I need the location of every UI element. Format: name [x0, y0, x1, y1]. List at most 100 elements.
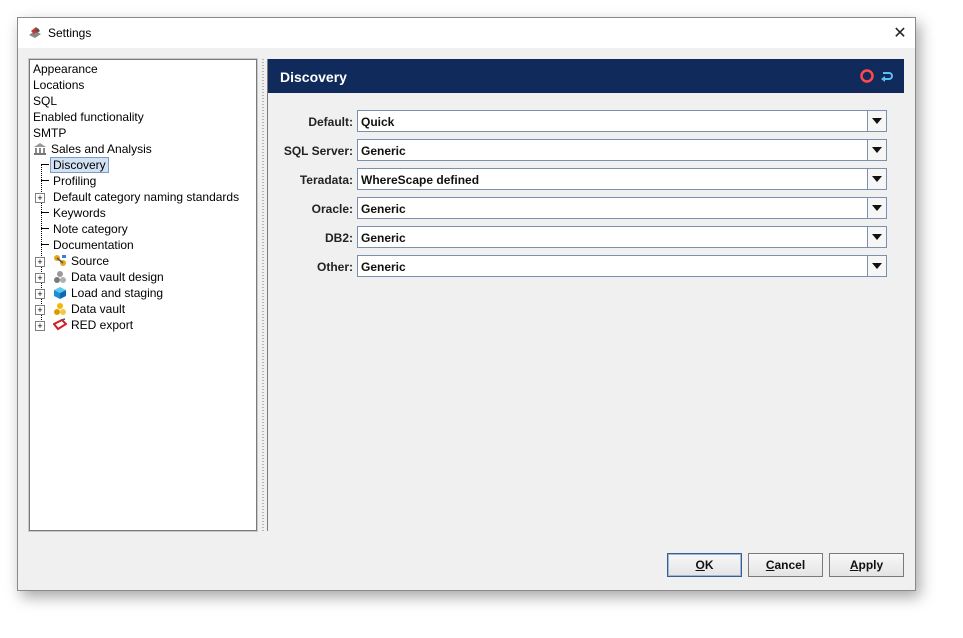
tree-item-label: Profiling — [53, 174, 97, 188]
discovery-panel: Discovery Default: Quick SQL Server: Gen… — [267, 59, 904, 531]
cancel-button[interactable]: Cancel — [748, 553, 823, 577]
dropdown-button[interactable] — [867, 140, 886, 160]
field-label: SQL Server: — [283, 144, 353, 158]
dropdown-button[interactable] — [867, 198, 886, 218]
tree-item-label: Default category naming standards — [53, 190, 240, 204]
select-value: Generic — [361, 202, 406, 216]
tree-item-label: Source — [71, 254, 110, 268]
expand-icon[interactable]: + — [35, 289, 45, 299]
tree-item-enabled-functionality[interactable]: Enabled functionality — [33, 109, 144, 125]
dropdown-button[interactable] — [867, 111, 886, 131]
chevron-down-icon — [872, 205, 882, 211]
tree-connector — [41, 180, 49, 181]
mnemonic-letter: A — [849, 558, 859, 572]
other-select[interactable]: Generic — [357, 255, 887, 277]
tree-item-label: Keywords — [53, 206, 106, 220]
tree-item-sales-and-analysis[interactable]: Sales and Analysis — [33, 141, 152, 157]
default-select[interactable]: Quick — [357, 110, 887, 132]
tree-item-sql[interactable]: SQL — [33, 93, 57, 109]
field-label: Default: — [308, 115, 353, 129]
tree-item-locations[interactable]: Locations — [33, 77, 84, 93]
chevron-down-icon — [872, 234, 882, 240]
tree-item-label: Documentation — [53, 238, 134, 252]
tree-connector — [41, 228, 49, 229]
dropdown-button[interactable] — [867, 227, 886, 247]
tree-item-source[interactable]: Source — [53, 253, 109, 269]
tree-item-default-category-naming-standards[interactable]: Default category naming standards — [53, 189, 239, 205]
tree-item-appearance[interactable]: Appearance — [33, 61, 98, 77]
sql-server-select[interactable]: Generic — [357, 139, 887, 161]
tree-item-label: Load and staging — [71, 286, 164, 300]
select-value: Generic — [361, 260, 406, 274]
data-vault-design-icon — [54, 271, 66, 283]
select-value: Generic — [361, 144, 406, 158]
select-value: Generic — [361, 231, 406, 245]
bank-icon — [34, 143, 46, 155]
tree-item-data-vault-design[interactable]: Data vault design — [53, 269, 164, 285]
data-vault-icon — [54, 303, 66, 315]
tree-item-load-and-staging[interactable]: Load and staging — [53, 285, 163, 301]
undo-icon[interactable] — [880, 69, 894, 83]
form-row-oracle: Oracle: Generic — [268, 197, 904, 221]
close-button[interactable]: ✕ — [885, 18, 915, 48]
expand-icon[interactable]: + — [35, 305, 45, 315]
form-row-teradata: Teradata: WhereScape defined — [268, 168, 904, 192]
chevron-down-icon — [872, 263, 882, 269]
tree-connector — [41, 212, 49, 213]
dropdown-button[interactable] — [867, 256, 886, 276]
dropdown-button[interactable] — [867, 169, 886, 189]
form-row-default: Default: Quick — [268, 110, 904, 134]
tree-item-label: RED export — [71, 318, 134, 332]
field-label: Teradata: — [299, 173, 353, 187]
chevron-down-icon — [872, 118, 882, 124]
panel-header: Discovery — [268, 59, 904, 93]
app-icon — [29, 27, 41, 38]
field-label: Oracle: — [311, 202, 353, 216]
expand-icon[interactable]: + — [35, 273, 45, 283]
form-row-db2: DB2: Generic — [268, 226, 904, 250]
chevron-down-icon — [872, 147, 882, 153]
button-label: pply — [858, 558, 884, 572]
expand-icon[interactable]: + — [35, 193, 45, 203]
tree-connector — [41, 244, 49, 245]
tree-item-label: Appearance — [33, 62, 98, 76]
db2-select[interactable]: Generic — [357, 226, 887, 248]
tree-item-red-export[interactable]: RED export — [53, 317, 133, 333]
tree-item-profiling[interactable]: Profiling — [53, 173, 96, 189]
ok-button[interactable]: OK — [667, 553, 742, 577]
tree-item-discovery[interactable]: Discovery — [50, 157, 109, 173]
teradata-select[interactable]: WhereScape defined — [357, 168, 887, 190]
expand-icon[interactable]: + — [35, 321, 45, 331]
help-lifebuoy-icon[interactable] — [860, 69, 874, 83]
tree-item-label: Note category — [53, 222, 128, 236]
apply-button[interactable]: Apply — [829, 553, 904, 577]
expand-icon[interactable]: + — [35, 257, 45, 267]
select-value: Quick — [361, 115, 395, 129]
tree-connector — [41, 164, 49, 165]
form-row-other: Other: Generic — [268, 255, 904, 279]
field-label: DB2: — [324, 231, 353, 245]
chevron-down-icon — [872, 176, 882, 182]
tree-item-label: Data vault — [71, 302, 126, 316]
select-value: WhereScape defined — [361, 173, 480, 187]
close-icon: ✕ — [893, 25, 907, 42]
tree-item-documentation[interactable]: Documentation — [53, 237, 134, 253]
splitter-handle[interactable] — [260, 59, 266, 531]
settings-tree[interactable]: Appearance Locations SQL Enabled functio… — [28, 58, 258, 532]
title-bar: Settings ✕ — [18, 18, 915, 48]
tree-item-keywords[interactable]: Keywords — [53, 205, 106, 221]
mnemonic-letter: O — [695, 558, 705, 572]
tree-item-label: Locations — [33, 78, 85, 92]
cube-icon — [54, 287, 66, 299]
tree-item-label: Data vault design — [71, 270, 164, 284]
tree-item-note-category[interactable]: Note category — [53, 221, 128, 237]
tree-item-smtp[interactable]: SMTP — [33, 125, 66, 141]
window-title: Settings — [48, 26, 92, 40]
tree-item-label: SMTP — [33, 126, 67, 140]
tree-item-data-vault[interactable]: Data vault — [53, 301, 125, 317]
tree-item-label: Enabled functionality — [33, 110, 144, 124]
oracle-select[interactable]: Generic — [357, 197, 887, 219]
button-label: K — [704, 558, 714, 572]
source-icon — [54, 255, 66, 266]
settings-dialog: Settings ✕ Appearance Locations SQL Enab… — [17, 17, 916, 591]
